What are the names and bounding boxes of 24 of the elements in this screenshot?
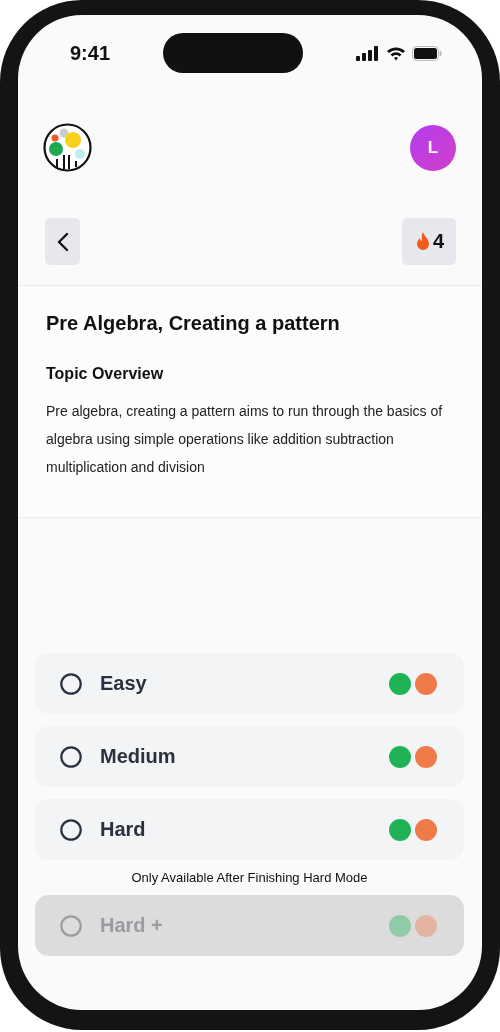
difficulty-option[interactable]: Easy xyxy=(35,653,464,714)
topic-title: Pre Algebra, Creating a pattern xyxy=(46,312,341,335)
status-time: 9:41 xyxy=(70,41,111,65)
difficulty-option[interactable]: Hard xyxy=(35,799,464,860)
difficulty-option[interactable]: Medium xyxy=(35,726,464,787)
radio-button[interactable] xyxy=(60,818,82,841)
two-dots-icon xyxy=(388,913,438,938)
overview-text: Pre algebra, creating a pattern aims to run through the basics of algebra using simple operations like addition subtraction multiplication and division xyxy=(46,402,444,477)
logo-icon xyxy=(43,123,92,172)
streak-button[interactable]: 4 xyxy=(401,218,456,265)
wifi-icon xyxy=(386,45,406,61)
signal-icon xyxy=(356,45,380,61)
battery-icon xyxy=(412,45,442,61)
flame-icon xyxy=(415,232,430,251)
back-button[interactable] xyxy=(45,218,80,265)
two-dots-icon xyxy=(388,817,438,842)
chevron-left-icon xyxy=(56,231,69,252)
two-dots-icon xyxy=(388,744,438,769)
unlock-notice: Only Available After Finishing Hard Mode xyxy=(131,870,368,885)
radio-button[interactable] xyxy=(60,672,82,695)
two-dots-icon xyxy=(388,671,438,696)
radio-button[interactable] xyxy=(60,745,82,768)
overview-heading: Topic Overview xyxy=(46,365,165,383)
user-avatar[interactable]: L xyxy=(410,124,456,171)
